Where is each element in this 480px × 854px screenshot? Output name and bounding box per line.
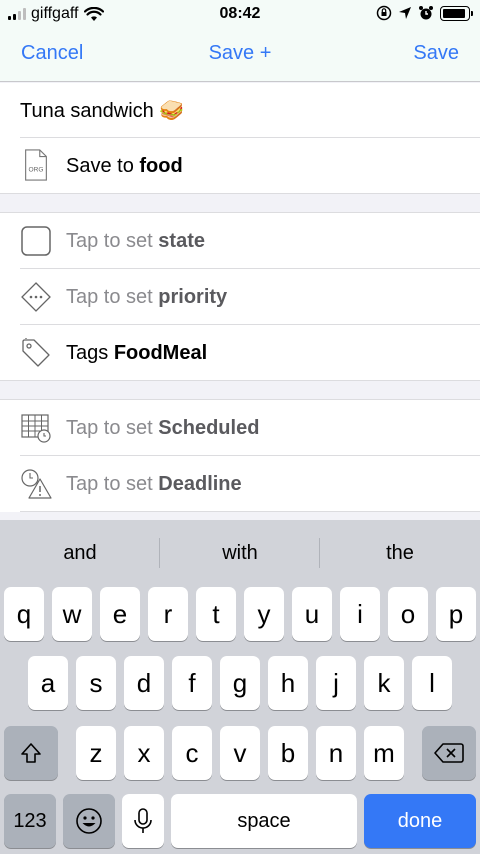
title-row[interactable]: Tuna sandwich 🥪 [0,83,480,138]
key-g[interactable]: g [220,656,260,710]
key-e[interactable]: e [100,587,140,641]
backspace-key[interactable] [422,726,476,780]
tags-row[interactable]: Tags FoodMeal [0,325,480,381]
save-to-label: Save to [66,154,140,177]
tags-value: FoodMeal [113,341,208,364]
deadline-warning-icon [21,469,52,499]
key-p[interactable]: p [436,587,476,641]
suggestion-3[interactable]: the [320,520,480,586]
key-h[interactable]: h [268,656,308,710]
key-t[interactable]: t [196,587,236,641]
calendar-clock-icon [21,414,51,443]
shift-key[interactable] [4,726,58,780]
state-checkbox-icon[interactable] [20,225,52,257]
state-prefix: Tap to set [66,229,159,252]
scheduled-prefix: Tap to set [66,416,159,439]
scheduled-row[interactable]: Tap to set Scheduled [0,400,480,456]
key-l[interactable]: l [412,656,452,710]
scheduled-label: Scheduled [158,416,260,439]
tag-icon [22,338,50,367]
key-o[interactable]: o [388,587,428,641]
battery-level-fill [443,8,465,18]
cancel-button[interactable]: Cancel [21,42,83,65]
priority-row[interactable]: Tap to set priority [0,269,480,325]
key-v[interactable]: v [220,726,260,780]
suggestion-1[interactable]: and [0,520,160,586]
priority-label: priority [158,285,228,308]
save-target[interactable]: food [139,155,182,178]
key-f[interactable]: f [172,656,212,710]
key-q[interactable]: q [4,587,44,641]
deadline-label: Deadline [158,472,242,495]
keyboard: and with the qwertyuiopasdfghjklzxcvbnm … [0,520,480,854]
key-b[interactable]: b [268,726,308,780]
battery-icon [440,5,473,21]
save-to-row[interactable]: ORG Save to food [0,138,480,194]
numbers-key[interactable]: 123 [4,794,56,848]
delete-icon [434,743,464,763]
done-key[interactable]: done [364,794,476,848]
org-file-icon: ORG [25,149,47,181]
key-d[interactable]: d [124,656,164,710]
save-plus-button[interactable]: Save + [209,42,272,64]
key-a[interactable]: a [28,656,68,710]
key-y[interactable]: y [244,587,284,641]
deadline-row[interactable]: Tap to set Deadline [0,456,480,512]
key-i[interactable]: i [340,587,380,641]
key-r[interactable]: r [148,587,188,641]
key-s[interactable]: s [76,656,116,710]
tags-prefix: Tags [66,341,114,364]
key-m[interactable]: m [364,726,404,780]
orientation-lock-icon [376,5,392,21]
key-n[interactable]: n [316,726,356,780]
state-label: state [158,229,205,252]
location-icon [399,7,411,19]
suggestion-2[interactable]: with [160,520,320,586]
deadline-prefix: Tap to set [66,472,159,495]
key-w[interactable]: w [52,587,92,641]
state-row[interactable]: Tap to set state [0,213,480,269]
key-u[interactable]: u [292,587,332,641]
status-bar: giffgaff 08:42 [0,0,480,28]
key-k[interactable]: k [364,656,404,710]
emoji-key[interactable] [63,794,115,848]
key-j[interactable]: j [316,656,356,710]
suggestion-bar: and with the [0,520,480,586]
key-z[interactable]: z [76,726,116,780]
priority-prefix: Tap to set [66,285,159,308]
entry-title[interactable]: Tuna sandwich 🥪 [20,83,184,138]
save-button[interactable]: Save [413,42,459,65]
navigation-bar: Cancel Save + Save [0,28,480,82]
key-x[interactable]: x [124,726,164,780]
shift-icon [21,743,41,763]
emoji-icon [76,808,102,834]
key-c[interactable]: c [172,726,212,780]
alarm-icon [419,6,433,20]
dictation-key[interactable] [122,794,164,848]
microphone-icon [134,808,152,833]
org-file-icon-label: ORG [29,167,44,174]
priority-diamond-icon [21,282,51,312]
space-key[interactable]: space [171,794,357,848]
